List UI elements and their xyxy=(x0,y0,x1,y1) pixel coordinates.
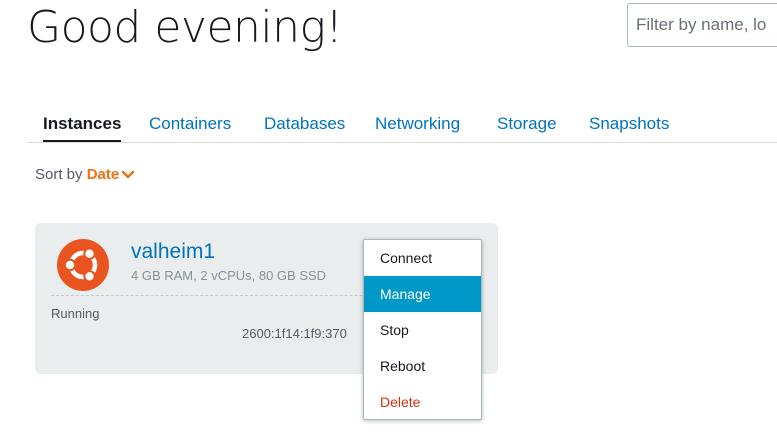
page-greeting: Good evening! xyxy=(27,2,343,53)
menu-item-stop[interactable]: Stop xyxy=(364,312,481,348)
filter-input[interactable] xyxy=(627,3,777,47)
menu-item-reboot[interactable]: Reboot xyxy=(364,348,481,384)
sort-label: Sort by xyxy=(35,166,83,183)
instance-ip-address: 2600:1f14:1f9:370 xyxy=(242,326,347,341)
resource-tabs: Instances Containers Databases Networkin… xyxy=(27,104,777,143)
menu-item-connect[interactable]: Connect xyxy=(364,240,481,276)
ubuntu-logo-icon xyxy=(57,239,109,291)
sort-value-dropdown[interactable]: Date xyxy=(87,166,136,183)
tab-databases[interactable]: Databases xyxy=(264,114,345,134)
tab-storage[interactable]: Storage xyxy=(497,114,557,134)
instance-status: Running xyxy=(51,306,100,321)
tab-instances[interactable]: Instances xyxy=(43,114,122,142)
sort-value: Date xyxy=(86,166,120,183)
sort-control: Sort by Date xyxy=(35,166,135,183)
menu-item-manage[interactable]: Manage xyxy=(364,276,481,312)
instance-specs: 4 GB RAM, 2 vCPUs, 80 GB SSD xyxy=(131,268,327,283)
instance-name-link[interactable]: valheim1 xyxy=(131,240,215,264)
instance-actions-menu: Connect Manage Stop Reboot Delete xyxy=(363,239,482,420)
tab-networking[interactable]: Networking xyxy=(375,114,460,134)
menu-item-delete[interactable]: Delete xyxy=(364,384,481,420)
tab-containers[interactable]: Containers xyxy=(149,114,231,134)
tab-snapshots[interactable]: Snapshots xyxy=(589,114,669,134)
chevron-down-icon xyxy=(122,170,135,179)
